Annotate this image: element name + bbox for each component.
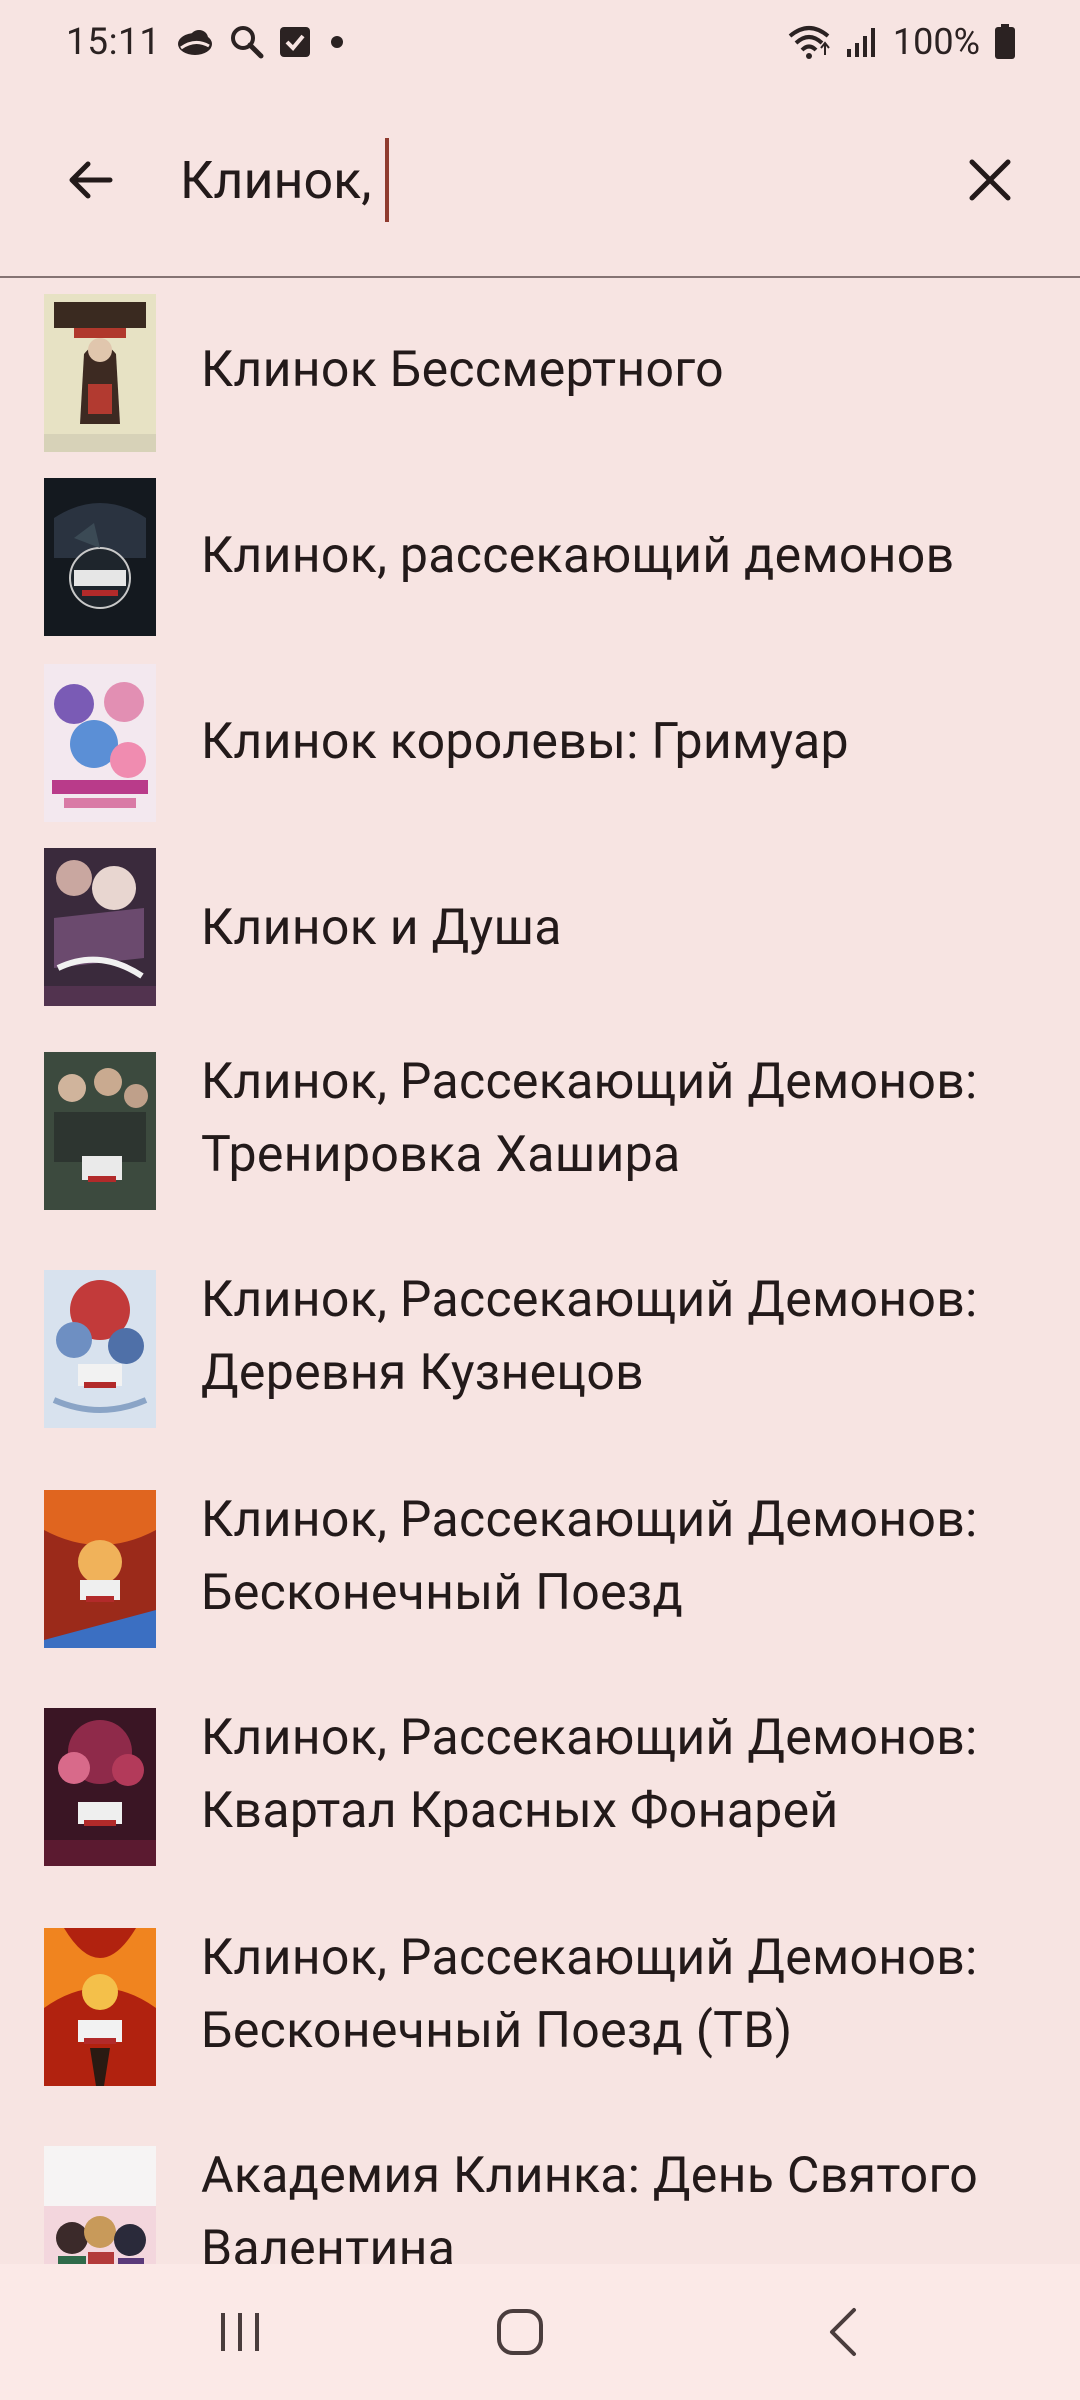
list-item[interactable]: Клинок и Душа	[0, 836, 1080, 1022]
search-icon	[229, 24, 265, 60]
recent-apps-icon	[221, 2313, 259, 2351]
list-item[interactable]: Клинок, Рассекающий Демонов: Деревня Куз…	[0, 1240, 1080, 1460]
poster-hashira-training	[44, 1052, 156, 1210]
status-bar-left: 15:11	[66, 21, 349, 64]
poster-mugen-train	[44, 1490, 156, 1648]
home-icon	[497, 2309, 543, 2355]
dot-icon	[325, 30, 349, 54]
checkbox-icon	[279, 26, 311, 58]
result-title: Клинок, рассекающий демонов	[201, 527, 955, 585]
back-nav-button[interactable]	[794, 2294, 894, 2370]
poster-valentine	[44, 2146, 156, 2264]
result-title: Клинок, Рассекающий Демонов: Бесконечный…	[201, 1491, 978, 1622]
result-title: Клинок королевы: Гримуар	[201, 713, 849, 771]
battery-percentage: 100%	[892, 21, 980, 63]
status-bar: 15:11 100%	[0, 0, 1080, 84]
back-nav-icon	[830, 2308, 856, 2356]
clear-search-button[interactable]	[948, 138, 1032, 222]
signal-icon	[845, 25, 879, 59]
recent-apps-button[interactable]	[190, 2294, 290, 2370]
result-title: Клинок Бессмертного	[201, 341, 724, 399]
list-item[interactable]: Клинок, Рассекающий Демонов: Квартал Кра…	[0, 1678, 1080, 1898]
search-results-list: Клинок Бессмертного Клинок, рассекающий …	[0, 278, 1080, 2264]
list-item[interactable]: Клинок, Рассекающий Демонов: Тренировка …	[0, 1022, 1080, 1240]
close-icon	[969, 159, 1011, 201]
battery-icon	[994, 24, 1016, 60]
list-item[interactable]: Клинок Бессмертного	[0, 278, 1080, 464]
result-title: Клинок, Рассекающий Демонов: Тренировка …	[201, 1053, 978, 1184]
result-title: Клинок и Душа	[201, 899, 562, 957]
search-input[interactable]: Клинок,	[180, 138, 390, 222]
result-title: Клинок, Рассекающий Демонов: Квартал Кра…	[201, 1709, 978, 1840]
back-button[interactable]	[48, 138, 132, 222]
poster-swordsmith-village	[44, 1270, 156, 1428]
list-item[interactable]: Клинок, Рассекающий Демонов: Бесконечный…	[0, 1898, 1080, 2116]
arrow-back-icon	[69, 161, 113, 199]
result-title: Клинок, Рассекающий Демонов: Бесконечный…	[201, 1929, 978, 2060]
navigation-bar	[0, 2264, 1080, 2400]
cloud-icon	[175, 26, 215, 58]
result-title: Академия Клинка: День Святого Валентина	[201, 2147, 979, 2264]
poster-mugen-train-tv	[44, 1928, 156, 2086]
poster-blade-of-the-immortal	[44, 294, 156, 452]
result-title: Клинок, Рассекающий Демонов: Деревня Куз…	[201, 1271, 978, 1402]
poster-demon-slayer	[44, 478, 156, 636]
home-button[interactable]	[470, 2294, 570, 2370]
search-bar: Клинок,	[0, 84, 1080, 276]
text-caret	[385, 138, 390, 222]
status-bar-right: 100%	[787, 21, 1016, 63]
status-time: 15:11	[66, 20, 161, 64]
list-item[interactable]: Клинок, Рассекающий Демонов: Бесконечный…	[0, 1460, 1080, 1678]
poster-entertainment-district	[44, 1708, 156, 1866]
poster-blade-and-soul	[44, 848, 156, 1006]
list-item[interactable]: Клинок, рассекающий демонов	[0, 464, 1080, 650]
list-item[interactable]: Клинок королевы: Гримуар	[0, 650, 1080, 836]
poster-queens-blade-grimoire	[44, 664, 156, 822]
search-query-text: Клинок,	[180, 149, 372, 211]
wifi-icon	[787, 24, 831, 60]
list-item[interactable]: Академия Клинка: День Святого Валентина	[0, 2116, 1080, 2264]
